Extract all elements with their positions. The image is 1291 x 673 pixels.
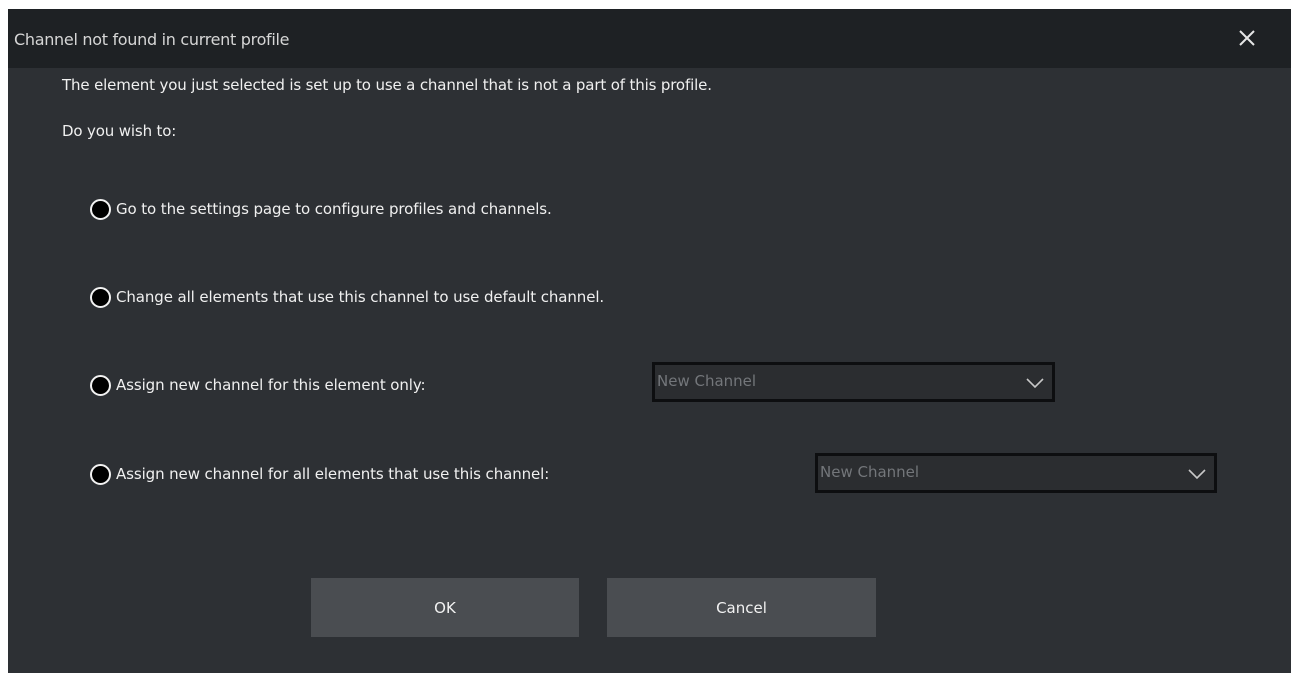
option-label: Go to the settings page to configure pro… — [116, 200, 552, 218]
dialog-prompt: Do you wish to: — [62, 122, 177, 140]
select-value: New Channel — [820, 463, 920, 481]
channel-select-all-elements[interactable]: New Channel — [815, 453, 1217, 493]
channel-not-found-dialog: Channel not found in current profile The… — [8, 9, 1291, 673]
option-label: Change all elements that use this channe… — [116, 288, 605, 306]
dialog-title: Channel not found in current profile — [14, 30, 290, 49]
select-value: New Channel — [657, 372, 757, 390]
option-go-to-settings[interactable]: Go to the settings page to configure pro… — [90, 197, 552, 221]
dialog-message: The element you just selected is set up … — [62, 76, 712, 94]
radio-button[interactable] — [90, 198, 111, 220]
ok-button[interactable]: OK — [311, 578, 579, 637]
chevron-down-icon — [1188, 469, 1206, 480]
close-button[interactable] — [1232, 23, 1262, 53]
option-change-to-default[interactable]: Change all elements that use this channe… — [90, 285, 604, 309]
radio-button[interactable] — [90, 286, 111, 308]
option-assign-this-element[interactable]: Assign new channel for this element only… — [90, 373, 426, 397]
option-label: Assign new channel for this element only… — [116, 376, 426, 394]
option-assign-all-elements[interactable]: Assign new channel for all elements that… — [90, 462, 549, 486]
cancel-button[interactable]: Cancel — [607, 578, 876, 637]
option-label: Assign new channel for all elements that… — [116, 465, 550, 483]
close-icon — [1239, 30, 1255, 46]
channel-select-this-element[interactable]: New Channel — [652, 362, 1055, 402]
title-bar: Channel not found in current profile — [8, 9, 1291, 68]
chevron-down-icon — [1026, 378, 1044, 389]
radio-button[interactable] — [90, 374, 111, 396]
radio-button[interactable] — [90, 463, 111, 485]
